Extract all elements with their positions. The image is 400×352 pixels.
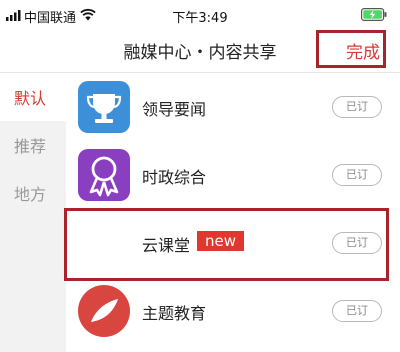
award-ribbon-icon xyxy=(78,149,130,201)
sidebar-item-label: 地方 xyxy=(14,185,47,204)
highlight-frame xyxy=(64,208,389,281)
done-button[interactable]: 完成 xyxy=(316,30,386,68)
sidebar-item-recommended[interactable]: 推荐 xyxy=(0,121,66,169)
subscribed-button[interactable]: 已订 xyxy=(332,96,382,118)
channel-name: 时政综合 xyxy=(142,168,207,187)
list-item[interactable]: 主题教育 已订 xyxy=(66,277,400,345)
subscribed-button[interactable]: 已订 xyxy=(332,164,382,186)
trophy-icon xyxy=(78,81,130,133)
channel-name: 主题教育 xyxy=(142,304,207,323)
sidebar-item-label: 推荐 xyxy=(14,137,47,156)
clock: 下午3:49 xyxy=(172,11,228,26)
sidebar-item-default[interactable]: 默认 xyxy=(0,73,66,121)
sidebar-item-local[interactable]: 地方 xyxy=(0,169,66,217)
subscribed-button[interactable]: 已订 xyxy=(332,300,382,322)
nav-bar: 融媒中心・内容共享 完成 xyxy=(0,30,400,73)
list-item[interactable]: 领导要闻 已订 xyxy=(66,73,400,141)
sidebar-item-label: 默认 xyxy=(14,89,47,108)
category-sidebar: 默认 推荐 地方 xyxy=(0,73,66,352)
battery-charging-icon xyxy=(361,8,387,21)
list-item[interactable]: 时政综合 已订 xyxy=(66,141,400,209)
channel-name: 领导要闻 xyxy=(142,100,207,119)
done-button-label: 完成 xyxy=(346,43,380,63)
status-bar: 中国联通 下午3:49 xyxy=(0,0,400,30)
screen: 中国联通 下午3:49 融媒中心・内容共享 完成 默认 推荐 地方 领导要闻 已… xyxy=(0,0,400,352)
feather-quill-icon xyxy=(78,285,130,337)
